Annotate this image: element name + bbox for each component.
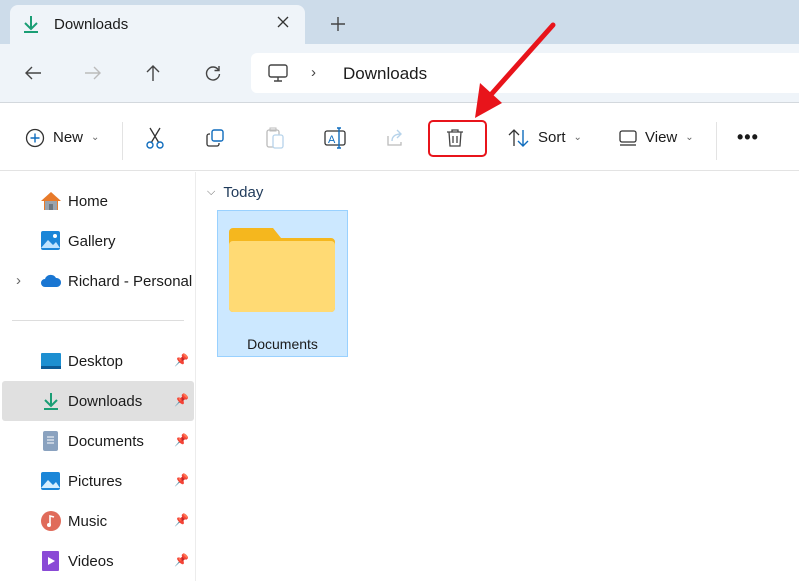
pictures-icon (40, 470, 62, 492)
documents-icon (40, 430, 62, 452)
more-options-button[interactable]: ••• (737, 104, 759, 171)
navigation-pane: Home Gallery › Richard - Personal Deskto… (0, 172, 196, 581)
chevron-down-icon: ⌄ (91, 132, 100, 143)
paste-button[interactable] (265, 104, 285, 171)
copy-button[interactable] (205, 104, 225, 171)
sidebar-item-gallery[interactable]: Gallery (2, 221, 194, 261)
sidebar-item-downloads[interactable]: Downloads 📌 (2, 381, 194, 421)
group-header-today[interactable]: ⌵ Today (207, 184, 263, 201)
divider (12, 320, 184, 321)
navigation-bar: › Downloads (0, 44, 799, 103)
sidebar-item-label: Pictures (68, 472, 123, 490)
tab-bar: Downloads (0, 0, 799, 44)
plus-circle-icon (25, 128, 45, 148)
sidebar-item-label: Videos (68, 552, 114, 570)
sidebar-item-label: Desktop (68, 352, 124, 370)
sort-label: Sort (538, 129, 566, 146)
view-button[interactable]: View ⌄ (619, 104, 694, 171)
pin-icon[interactable]: 📌 (174, 353, 189, 367)
breadcrumb-current[interactable]: Downloads (343, 64, 427, 84)
close-icon[interactable] (275, 14, 291, 30)
annotation-highlight-box (428, 120, 487, 157)
group-label: Today (223, 184, 264, 201)
annotation-arrow (475, 22, 556, 118)
command-bar: New ⌄ A Sort ⌄ View ⌄ ••• (0, 104, 799, 171)
gallery-icon (40, 230, 62, 252)
share-button[interactable] (385, 104, 405, 171)
sidebar-item-label: Documents (68, 432, 144, 450)
sidebar-item-music[interactable]: Music 📌 (2, 501, 194, 541)
sidebar-item-label: Gallery (68, 232, 116, 250)
refresh-icon[interactable] (204, 64, 222, 82)
sort-icon (508, 128, 530, 148)
share-icon (385, 128, 405, 148)
view-icon (619, 129, 637, 146)
more-icon: ••• (737, 127, 759, 147)
folder-item-documents[interactable]: Documents (217, 210, 348, 357)
new-label: New (53, 129, 84, 146)
sidebar-item-label: Richard - Personal (68, 272, 193, 290)
cut-button[interactable] (145, 104, 165, 171)
sidebar-item-videos[interactable]: Videos 📌 (2, 541, 194, 581)
onedrive-icon (40, 270, 62, 292)
sidebar-item-documents[interactable]: Documents 📌 (2, 421, 194, 461)
sidebar-item-label: Downloads (68, 392, 143, 410)
copy-icon (205, 128, 225, 148)
scissors-icon (145, 126, 165, 150)
sidebar-item-home[interactable]: Home (2, 181, 194, 221)
chevron-down-icon: ⌄ (685, 132, 694, 143)
pin-icon[interactable]: 📌 (174, 433, 189, 447)
plus-icon[interactable] (330, 16, 346, 32)
tab-downloads[interactable]: Downloads (10, 5, 305, 44)
sidebar-item-label: Music (68, 512, 108, 530)
tab-title: Downloads (54, 16, 129, 33)
desktop-icon (40, 350, 62, 372)
svg-text:A: A (328, 134, 336, 146)
up-icon[interactable] (145, 64, 161, 82)
videos-icon (40, 550, 62, 572)
sidebar-item-label: Home (68, 192, 109, 210)
download-icon (40, 390, 62, 412)
pin-icon[interactable]: 📌 (174, 473, 189, 487)
rename-icon: A (324, 126, 346, 149)
new-button[interactable]: New ⌄ (25, 104, 99, 171)
rename-button[interactable]: A (324, 104, 346, 171)
folder-icon (229, 228, 335, 312)
back-icon[interactable] (24, 65, 42, 81)
sidebar-item-onedrive[interactable]: Richard - Personal (2, 261, 194, 301)
view-label: View (645, 129, 678, 146)
folder-name: Documents (247, 336, 318, 352)
music-icon (40, 510, 62, 532)
chevron-down-icon: ⌄ (573, 132, 582, 143)
sidebar-item-pictures[interactable]: Pictures 📌 (2, 461, 194, 501)
forward-icon[interactable] (84, 65, 102, 81)
chevron-right-icon[interactable]: › (311, 64, 316, 81)
download-icon (22, 14, 40, 34)
chevron-down-icon: ⌵ (207, 186, 216, 198)
home-icon (40, 190, 62, 212)
pin-icon[interactable]: 📌 (174, 513, 189, 527)
pin-icon[interactable]: 📌 (174, 393, 189, 407)
pin-icon[interactable]: 📌 (174, 553, 189, 567)
this-pc-icon (268, 63, 288, 83)
sidebar-item-desktop[interactable]: Desktop 📌 (2, 341, 194, 381)
paste-icon (265, 127, 285, 149)
